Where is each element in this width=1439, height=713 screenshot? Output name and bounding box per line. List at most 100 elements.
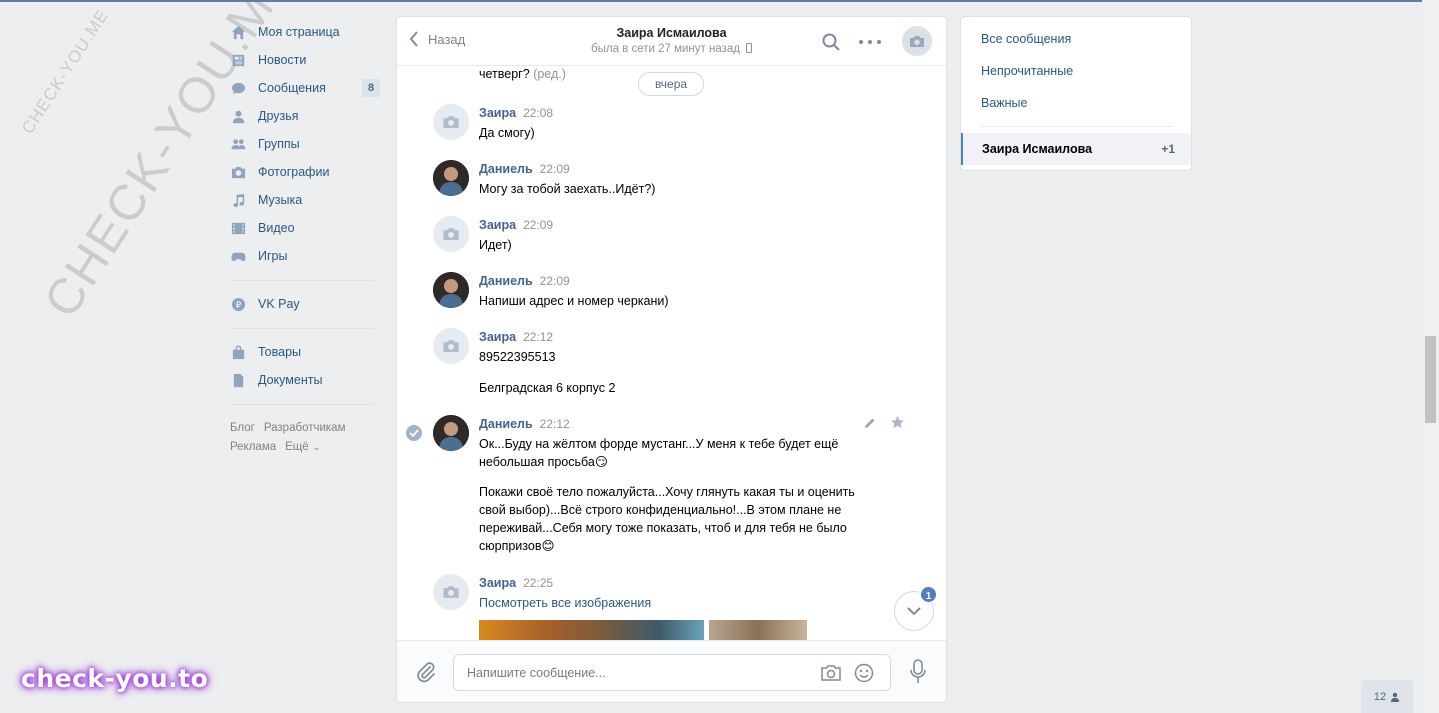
- chat-list-toggle[interactable]: 12: [1361, 680, 1413, 713]
- nav-documents[interactable]: Документы: [230, 366, 382, 394]
- view-all-images-link[interactable]: Посмотреть все изображения: [479, 594, 869, 612]
- nav-vkpay[interactable]: ₽ VK Pay: [230, 290, 382, 318]
- message-history[interactable]: четверг? (ред.) вчера Заира 22:08 Да смог…: [397, 67, 946, 640]
- photos-icon: [230, 164, 246, 180]
- sender-name[interactable]: Даниель 22:09: [479, 162, 570, 176]
- camera-icon: [443, 340, 459, 352]
- video-icon: [230, 220, 246, 236]
- chevron-down-icon: ⌄: [312, 442, 321, 452]
- message-text: Напиши адрес и номер черкани): [479, 294, 669, 308]
- author: Даниель: [479, 417, 533, 431]
- sender-avatar[interactable]: [433, 104, 469, 140]
- paperclip-icon[interactable]: [415, 661, 437, 683]
- footer-dev-link[interactable]: Разработчикам: [264, 422, 346, 434]
- music-icon: [230, 192, 246, 208]
- chat-header: Назад Заира Исмаилова была в сети 27 мин…: [397, 17, 946, 66]
- peer-name[interactable]: Заира Исмаилова: [616, 26, 726, 40]
- nav-label: Игры: [258, 249, 288, 263]
- pencil-icon[interactable]: [863, 416, 877, 430]
- nav-label: Товары: [258, 345, 301, 359]
- more-actions-icon[interactable]: [859, 32, 881, 52]
- author: Заира: [479, 218, 517, 232]
- message-text: Покажи своё тело пожалуйста...Хочу гляну…: [479, 485, 855, 553]
- search-icon[interactable]: [821, 32, 841, 52]
- chat-count: 12: [1373, 690, 1387, 703]
- scrollbar-thumb[interactable]: [1425, 336, 1436, 423]
- filter-all-messages[interactable]: Все сообщения: [981, 32, 1071, 46]
- messages-count-badge: 8: [362, 79, 380, 97]
- sender-name[interactable]: Даниель 22:12: [479, 417, 570, 431]
- peer-avatar[interactable]: [902, 26, 932, 56]
- nav-label: Новости: [258, 53, 307, 67]
- message-text: 89522395513: [479, 350, 556, 364]
- nav-label: Моя страница: [258, 25, 340, 39]
- nav-label: Музыка: [258, 193, 303, 207]
- filter-important[interactable]: Важные: [981, 96, 1028, 110]
- message-time: 22:08: [523, 106, 554, 120]
- friends-icon: [230, 108, 246, 124]
- image-thumbnail[interactable]: [709, 620, 807, 640]
- message-time: 22:09: [539, 274, 570, 288]
- groups-icon: [230, 136, 246, 152]
- nav-groups[interactable]: Группы: [230, 130, 382, 158]
- date-divider[interactable]: вчера: [638, 72, 704, 96]
- news-icon: [230, 52, 246, 68]
- message-time: 22:09: [523, 218, 554, 232]
- message-time: 22:12: [523, 330, 554, 344]
- edited-mark: (ред.): [533, 67, 566, 81]
- checkmark-icon[interactable]: [406, 425, 422, 441]
- nav-news[interactable]: Новости: [230, 46, 382, 74]
- nav-music[interactable]: Музыка: [230, 186, 382, 214]
- camera-icon: [443, 228, 459, 240]
- sender-avatar[interactable]: [433, 160, 469, 196]
- person-photo-icon: [433, 160, 469, 196]
- nav-video[interactable]: Видео: [230, 214, 382, 242]
- microphone-icon[interactable]: [909, 659, 927, 685]
- watermark-small: CHECK-YOU.ME: [18, 6, 113, 138]
- sender-name[interactable]: Даниель 22:09: [479, 274, 570, 288]
- sender-name[interactable]: Заира 22:12: [479, 330, 553, 344]
- sender-name[interactable]: Заира 22:09: [479, 218, 553, 232]
- camera-icon[interactable]: [820, 664, 842, 682]
- previous-message-text: четверг? (ред.): [479, 67, 566, 81]
- shopping-bag-icon: [230, 344, 246, 360]
- nav-my-page[interactable]: Моя страница: [230, 18, 382, 46]
- message-text: Да смогу): [479, 126, 535, 140]
- camera-icon: [910, 35, 924, 47]
- active-conversation[interactable]: Заира Исмаилова +1: [961, 133, 1191, 165]
- camera-icon: [443, 586, 459, 598]
- nav-label: Фотографии: [258, 165, 330, 179]
- sender-avatar[interactable]: [433, 574, 469, 610]
- chat-panel: Назад Заира Исмаилова была в сети 27 мин…: [396, 16, 947, 703]
- nav-divider: [230, 328, 374, 329]
- footer-more-link[interactable]: Ещё ⌄: [285, 441, 320, 453]
- sender-avatar[interactable]: [433, 415, 469, 451]
- nav-divider: [230, 280, 374, 281]
- nav-market[interactable]: Товары: [230, 338, 382, 366]
- smile-icon[interactable]: [854, 663, 874, 683]
- sender-name[interactable]: Заира 22:25: [479, 576, 553, 590]
- person-icon: [1391, 692, 1400, 702]
- sender-avatar[interactable]: [433, 216, 469, 252]
- message-text: Ок...Буду на жёлтом форде мустанг...У ме…: [479, 437, 839, 469]
- nav-photos[interactable]: Фотографии: [230, 158, 382, 186]
- image-thumbnail[interactable]: [479, 620, 704, 640]
- conversation-name: Заира Исмаилова: [982, 142, 1093, 156]
- message-input[interactable]: [454, 655, 804, 690]
- star-icon[interactable]: [890, 415, 905, 430]
- footer-ads-link[interactable]: Реклама: [230, 441, 276, 453]
- nav-games[interactable]: Игры: [230, 242, 382, 270]
- message-text: Могу за тобой заехать..Идёт?): [479, 182, 656, 196]
- sender-avatar[interactable]: [433, 272, 469, 308]
- document-icon: [230, 372, 246, 388]
- chevron-down-icon: [907, 606, 921, 615]
- sender-avatar[interactable]: [433, 328, 469, 364]
- filter-unread[interactable]: Непрочитанные: [981, 64, 1073, 78]
- sender-name[interactable]: Заира 22:08: [479, 106, 553, 120]
- nav-messages[interactable]: Сообщения 8: [230, 74, 382, 102]
- nav-friends[interactable]: Друзья: [230, 102, 382, 130]
- prev-text: четверг?: [479, 67, 530, 81]
- footer-blog-link[interactable]: Блог: [230, 422, 255, 434]
- author: Даниель: [479, 274, 533, 288]
- nav-label: Сообщения: [258, 81, 326, 95]
